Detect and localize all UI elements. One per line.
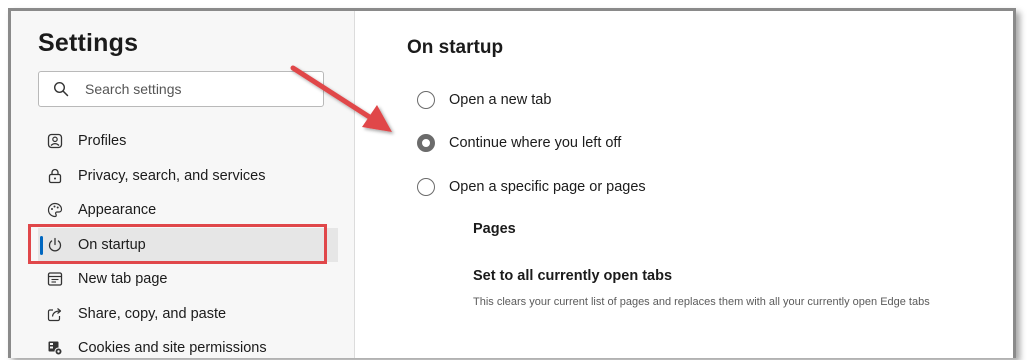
cookie-settings-icon (46, 339, 64, 357)
settings-window: Settings Profiles (8, 8, 1016, 358)
set-open-tabs-label[interactable]: Set to all currently open tabs (473, 268, 672, 284)
profile-icon (46, 132, 64, 150)
sidebar-item-label: New tab page (78, 271, 168, 288)
search-box[interactable] (38, 71, 324, 107)
set-open-tabs-description: This clears your current list of pages a… (473, 296, 930, 308)
radio-button[interactable] (417, 178, 435, 196)
option-label: Open a new tab (449, 92, 552, 108)
sidebar-item-share-copy-paste[interactable]: Share, copy, and paste (38, 297, 338, 332)
sidebar-item-profiles[interactable]: Profiles (38, 124, 338, 159)
search-icon (53, 81, 69, 97)
sidebar-item-privacy[interactable]: Privacy, search, and services (38, 159, 338, 194)
palette-icon (46, 201, 64, 219)
option-open-new-tab[interactable]: Open a new tab (417, 91, 551, 109)
share-icon (46, 305, 64, 323)
sidebar-item-label: Profiles (78, 133, 127, 150)
sidebar-item-label: Appearance (78, 202, 157, 219)
option-label: Continue where you left off (449, 135, 622, 151)
sidebar-item-appearance[interactable]: Appearance (38, 193, 338, 228)
settings-sidebar: Settings Profiles (11, 11, 355, 358)
option-label: Open a specific page or pages (449, 179, 646, 195)
sidebar-item-label: Privacy, search, and services (78, 167, 266, 184)
option-continue-where-left-off[interactable]: Continue where you left off (417, 134, 621, 152)
sidebar-item-label: Cookies and site permissions (78, 340, 267, 357)
sidebar-item-cookies[interactable]: Cookies and site permissions (38, 331, 338, 358)
pages-label: Pages (473, 221, 516, 237)
radio-button[interactable] (417, 91, 435, 109)
annotation-highlight-box (28, 224, 327, 264)
sidebar-item-label: Share, copy, and paste (78, 305, 227, 322)
option-open-specific-pages[interactable]: Open a specific page or pages (417, 178, 646, 196)
new-tab-icon (46, 270, 64, 288)
main-content: On startup Open a new tab Continue where… (355, 11, 1013, 358)
page-title: On startup (407, 37, 504, 58)
radio-button-selected[interactable] (417, 134, 435, 152)
settings-title: Settings (38, 29, 139, 57)
search-input[interactable] (83, 80, 307, 98)
lock-icon (46, 167, 64, 185)
sidebar-item-new-tab-page[interactable]: New tab page (38, 262, 338, 297)
